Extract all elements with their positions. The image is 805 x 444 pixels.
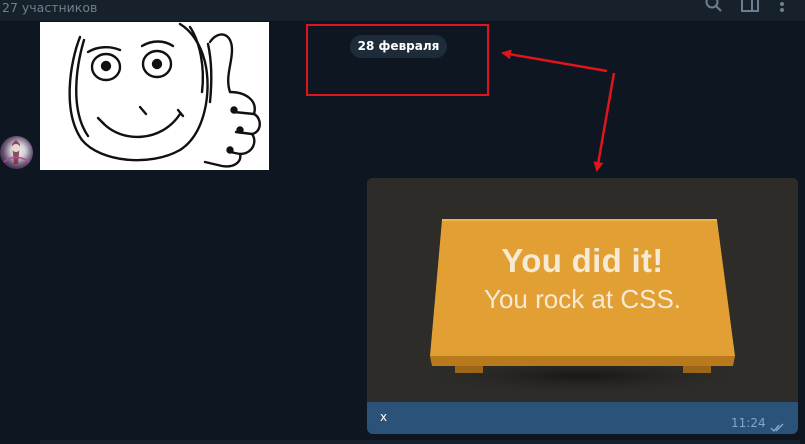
member-count: 27 участников (2, 0, 98, 15)
search-icon[interactable] (704, 0, 724, 14)
image-title: You did it! (501, 242, 664, 279)
annotation-arrow-to-box (501, 49, 608, 73)
message-text: x (380, 410, 388, 424)
composer-edge (40, 440, 800, 444)
annotation-arrow-to-image (593, 72, 616, 172)
more-icon[interactable] (772, 0, 792, 14)
user-avatar[interactable] (0, 136, 33, 169)
message-time: 11:24 (731, 416, 766, 430)
outgoing-message[interactable]: You did it! You rock at CSS. x 11:24 (367, 178, 798, 434)
thumbs-up-rage-face-sticker[interactable] (40, 22, 269, 170)
image-subtitle: You rock at CSS. (483, 284, 682, 314)
message-image[interactable]: You did it! You rock at CSS. (367, 178, 798, 402)
double-check-icon (770, 418, 786, 433)
columns-icon[interactable] (740, 0, 760, 14)
chat-header: 27 участников (0, 0, 805, 22)
highlight-box (306, 24, 489, 96)
